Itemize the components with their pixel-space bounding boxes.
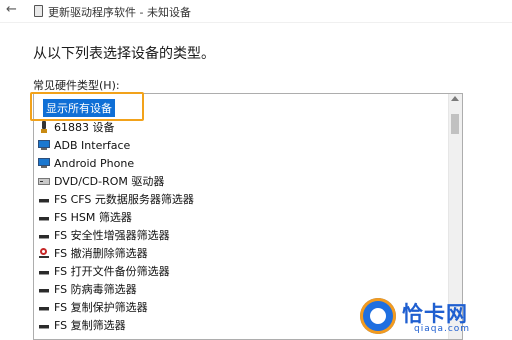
page-heading: 从以下列表选择设备的类型。 (33, 46, 215, 62)
undelete-icon (38, 247, 50, 259)
window-title: 更新驱动程序软件 - 未知设备 (48, 6, 191, 19)
watermark-logo: 恰卡网 qiaqa.com (354, 296, 504, 336)
list-item[interactable]: FS 安全性增强器筛选器 (34, 226, 170, 244)
filter-icon (38, 265, 50, 277)
highlight-annotation (30, 92, 144, 121)
usb-icon (38, 121, 50, 133)
list-item[interactable]: FS HSM 筛选器 (34, 208, 132, 226)
list-item-label: FS 防病毒筛选器 (54, 283, 137, 296)
list-item-label: FS 复制保护筛选器 (54, 301, 148, 314)
filter-icon (38, 193, 50, 205)
list-item-label: FS 复制筛选器 (54, 319, 126, 332)
list-item-label: 61883 设备 (54, 121, 115, 134)
filter-icon (38, 301, 50, 313)
list-item-label: FS CFS 元数据服务器筛选器 (54, 193, 194, 206)
list-item[interactable]: FS 打开文件备份筛选器 (34, 262, 170, 280)
logo-icon (360, 298, 396, 334)
title-bar: ← 更新驱动程序软件 - 未知设备 (0, 0, 512, 23)
filter-icon (38, 319, 50, 331)
list-item[interactable]: FS 撤消删除筛选器 (34, 244, 148, 262)
filter-icon (38, 229, 50, 241)
list-item[interactable]: DVD/CD-ROM 驱动器 (34, 172, 164, 190)
list-item-label: FS 打开文件备份筛选器 (54, 265, 170, 278)
list-item-label: FS 撤消删除筛选器 (54, 247, 148, 260)
watermark-subtext: qiaqa.com (414, 324, 471, 334)
list-item[interactable]: ADB Interface (34, 136, 130, 154)
list-item[interactable]: FS CFS 元数据服务器筛选器 (34, 190, 194, 208)
scroll-up-icon[interactable] (451, 96, 459, 101)
filter-icon (38, 283, 50, 295)
back-arrow-icon[interactable]: ← (6, 2, 17, 17)
device-icon (34, 5, 43, 17)
list-item-label: Android Phone (54, 156, 135, 170)
list-item-label: FS HSM 筛选器 (54, 211, 132, 224)
list-item-label: DVD/CD-ROM 驱动器 (54, 175, 165, 188)
monitor-icon (38, 139, 50, 151)
list-item[interactable]: FS 防病毒筛选器 (34, 280, 137, 298)
filter-icon (38, 211, 50, 223)
list-item-label: FS 安全性增强器筛选器 (54, 229, 170, 242)
list-item[interactable]: FS 复制保护筛选器 (34, 298, 148, 316)
list-item-label: ADB Interface (54, 138, 131, 152)
hardware-type-label: 常见硬件类型(H): (33, 79, 120, 92)
monitor-icon (38, 157, 50, 169)
list-item[interactable]: Android Phone (34, 154, 134, 172)
scroll-thumb[interactable] (451, 114, 459, 134)
list-item[interactable]: FS 复制筛选器 (34, 316, 126, 334)
drive-icon (38, 175, 50, 187)
